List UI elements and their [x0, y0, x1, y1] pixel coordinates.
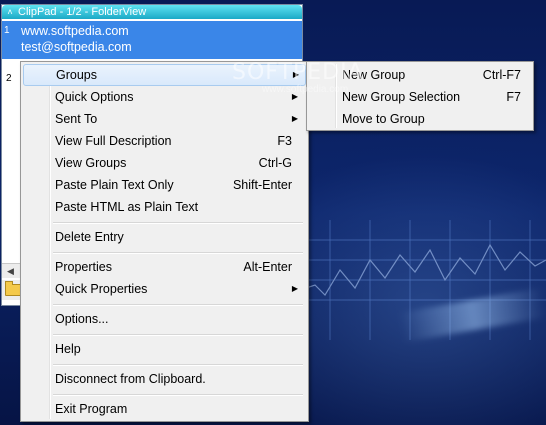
menu-item-label: Quick Options [55, 90, 134, 104]
menu-item-label: Properties [55, 260, 112, 274]
menu-item-shortcut: F7 [506, 90, 521, 104]
menu-item-label: View Groups [55, 156, 127, 170]
menu-item-label: New Group Selection [342, 90, 461, 104]
entry-number: 2 [6, 73, 12, 84]
clip-entry-2[interactable] [2, 67, 21, 263]
menu-item-quick-properties[interactable]: Quick Properties ▶ [23, 278, 304, 300]
triangle-right-icon: ▶ [291, 114, 298, 123]
menu-separator [53, 334, 303, 336]
menu-item-shortcut: Alt-Enter [243, 260, 292, 274]
menu-item-view-full-description[interactable]: View Full Description F3 [23, 130, 304, 152]
window-titlebar[interactable]: ˄ ClipPad - 1/2 - FolderView [2, 5, 302, 19]
menu-item-shortcut: Shift-Enter [232, 178, 292, 192]
menu-separator [53, 364, 303, 366]
menu-item-paste-plain-text[interactable]: Paste Plain Text Only Shift-Enter [23, 174, 304, 196]
menu-item-label: Options... [55, 312, 109, 326]
menu-item-label: Move to Group [342, 112, 425, 126]
status-bar [2, 280, 22, 300]
menu-item-label: Exit Program [55, 402, 128, 416]
entry-line: test@softpedia.com [21, 40, 132, 54]
menu-item-help[interactable]: Help [23, 338, 304, 360]
submenu-item-move-to-group[interactable]: Move to Group [309, 108, 529, 130]
menu-item-label: Help [55, 342, 81, 356]
menu-item-label: Sent To [55, 112, 98, 126]
menu-item-view-groups[interactable]: View Groups Ctrl-G [23, 152, 304, 174]
softpedia-watermark: SOFTPEDIA [232, 60, 364, 85]
menu-item-delete-entry[interactable]: Delete Entry [23, 226, 304, 248]
menu-item-label: Paste HTML as Plain Text [55, 200, 199, 214]
chevron-up-icon[interactable]: ˄ [2, 5, 18, 19]
menu-item-label: Quick Properties [55, 282, 148, 296]
menu-separator [53, 252, 303, 254]
context-menu: Groups ▶ Quick Options ▶ Sent To ▶ View … [20, 61, 309, 422]
entry-line: www.softpedia.com [21, 24, 129, 38]
window-title: ClipPad - 1/2 - FolderView [18, 6, 147, 18]
softpedia-watermark-url: www.softpedia.com [262, 84, 349, 95]
menu-item-shortcut: Ctrl-G [258, 156, 292, 170]
menu-item-label: Disconnect from Clipboard. [55, 372, 206, 386]
menu-separator [53, 304, 303, 306]
menu-item-shortcut: F3 [277, 134, 292, 148]
menu-item-sent-to[interactable]: Sent To ▶ [23, 108, 304, 130]
entry-number: 1 [4, 25, 10, 36]
menu-item-options[interactable]: Options... [23, 308, 304, 330]
arrow-left-icon[interactable]: ◀ [7, 266, 14, 277]
triangle-right-icon: ▶ [291, 284, 298, 293]
menu-item-label: View Full Description [55, 134, 172, 148]
horizontal-scrollbar[interactable]: ◀ [2, 263, 22, 278]
menu-item-exit-program[interactable]: Exit Program [23, 398, 304, 420]
menu-item-properties[interactable]: Properties Alt-Enter [23, 256, 304, 278]
menu-item-label: Paste Plain Text Only [55, 178, 174, 192]
menu-item-label: Groups [56, 68, 97, 82]
menu-item-shortcut: Ctrl-F7 [482, 68, 521, 82]
folder-icon[interactable] [5, 281, 21, 296]
menu-item-paste-html-as-plain-text[interactable]: Paste HTML as Plain Text [23, 196, 304, 218]
menu-separator [53, 222, 303, 224]
clip-entry-1[interactable]: 1 www.softpedia.com test@softpedia.com [2, 21, 302, 59]
menu-separator [53, 394, 303, 396]
menu-item-disconnect[interactable]: Disconnect from Clipboard. [23, 368, 304, 390]
menu-item-label: Delete Entry [55, 230, 124, 244]
